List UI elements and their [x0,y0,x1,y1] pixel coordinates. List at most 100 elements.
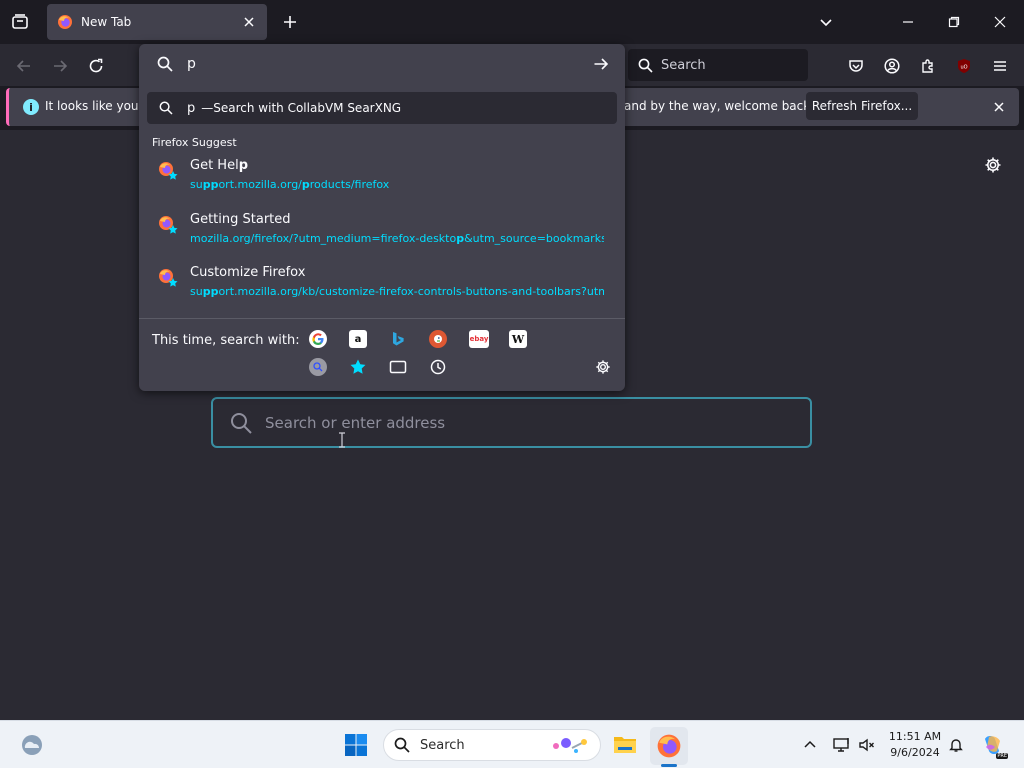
firefox-view-button[interactable] [8,10,32,34]
notification-close-button[interactable] [991,99,1007,115]
wikipedia-glyph: W [511,332,525,346]
clock-time: 11:51 AM [888,730,942,743]
history-search-button[interactable] [429,358,447,376]
tab-title: New Tab [81,15,132,29]
text-cursor-icon [339,432,345,448]
refresh-firefox-button[interactable]: Refresh Firefox... [806,92,918,120]
new-tab-button[interactable] [278,10,302,34]
one-off-search-label: This time, search with: [152,333,300,348]
arrow-left-icon [16,60,30,72]
arrow-right-icon [594,58,609,70]
search-icon [231,412,252,434]
show-hidden-icons-button[interactable] [800,735,820,755]
firefox-logo-icon [58,15,72,29]
urlbar-input[interactable]: p [139,44,625,84]
firefox-logo-icon [657,734,681,758]
urlbar-go-button[interactable] [591,54,611,74]
tabs-search-button[interactable] [389,358,407,376]
searxng-icon[interactable] [309,358,327,376]
hamburger-menu-icon [994,61,1006,71]
newtab-search-placeholder: Search or enter address [265,413,446,432]
suggestion-title: Getting Started [190,212,291,227]
bell-icon [949,739,963,752]
back-button[interactable] [10,52,38,80]
suggestion-item[interactable]: Get Help support.mozilla.org/products/fi… [147,156,617,202]
taskbar-firefox-button[interactable] [650,727,688,765]
file-explorer-icon[interactable] [613,733,637,755]
ebay-icon[interactable]: ebay [469,330,489,348]
amazon-icon[interactable]: a [349,330,367,348]
suggestion-url: support.mozilla.org/products/firefox [190,178,390,191]
forward-button[interactable] [46,52,74,80]
pocket-icon [849,60,863,72]
suggestion-item[interactable]: Getting Started mozilla.org/firefox/?utm… [147,210,617,256]
google-icon[interactable] [309,330,327,348]
close-icon [244,17,254,27]
chevron-up-icon [804,740,816,748]
copilot-pre-badge: PRE [996,753,1008,759]
suggestion-title: Customize Firefox [190,265,306,280]
personalize-button[interactable] [982,154,1004,176]
info-icon: i [23,99,39,115]
close-window-button[interactable] [977,6,1023,38]
search-row-separator: — [201,101,214,115]
account-icon [884,58,900,74]
ublock-origin-button[interactable]: uO [950,52,978,80]
windows-start-icon[interactable] [344,733,368,757]
restore-button[interactable] [931,6,977,38]
minimize-button[interactable] [885,6,931,38]
one-off-divider [139,318,625,319]
app-menu-button[interactable] [986,52,1014,80]
weather-widget-icon[interactable] [20,733,44,757]
reload-icon [89,58,103,73]
search-icon [157,56,173,72]
duckduckgo-icon[interactable] [429,330,447,348]
network-tray-button[interactable] [832,735,852,755]
duck-glyph [434,335,442,343]
svg-text:uO: uO [960,65,967,71]
arrow-right-icon [54,60,68,72]
volume-tray-button[interactable] [857,735,877,755]
taskbar-search-placeholder: Search [420,737,465,753]
search-row-label: Search with CollabVM SearXNG [213,101,402,115]
gear-icon [985,157,1001,173]
copilot-button[interactable]: PRE [980,732,1008,759]
search-icon [394,737,410,753]
close-icon [994,102,1004,112]
notifications-button[interactable] [946,735,966,755]
toolbar-search-box[interactable]: Search [628,49,808,81]
notification-text-end: and by the way, welcome back! [624,99,816,113]
running-app-indicator [661,764,677,767]
extensions-button[interactable] [914,52,942,80]
search-icon [159,101,173,115]
bookmarks-search-button[interactable] [349,358,367,376]
tab-close-button[interactable] [241,14,257,30]
urlbar-value: p [187,56,196,72]
ublock-shield-icon: uO [958,59,970,73]
pocket-button[interactable] [842,52,870,80]
suggestion-url: mozilla.org/firefox/?utm_medium=firefox-… [190,232,604,245]
newtab-search-box[interactable]: Search or enter address [211,397,812,448]
list-all-tabs-button[interactable] [814,10,838,34]
clock-icon [430,359,446,375]
urlbar-results-popup: p p — Search with CollabVM SearXNG Firef… [139,44,625,391]
firefox-bookmark-icon [159,162,178,180]
taskbar-clock[interactable]: 11:51 AM 9/6/2024 [880,729,950,761]
wikipedia-icon[interactable]: W [509,330,527,348]
plus-icon [284,16,296,28]
account-button[interactable] [878,52,906,80]
search-settings-button[interactable] [594,358,612,376]
tab-new-tab[interactable]: New Tab [47,4,267,40]
suggestion-title: Get Help [190,158,248,173]
search-icon [638,58,653,73]
amazon-glyph: a [354,333,362,345]
bing-icon[interactable] [389,330,407,348]
speaker-muted-icon [859,738,874,752]
restore-icon [948,16,960,28]
suggestion-item[interactable]: Customize Firefox support.mozilla.org/kb… [147,263,617,309]
ebay-glyph: ebay [469,335,489,343]
taskbar-search-box[interactable]: Search [383,729,601,761]
reload-button[interactable] [82,52,110,80]
search-with-engine-row[interactable]: p — Search with CollabVM SearXNG [147,92,617,124]
searxng-glyph [313,362,323,372]
